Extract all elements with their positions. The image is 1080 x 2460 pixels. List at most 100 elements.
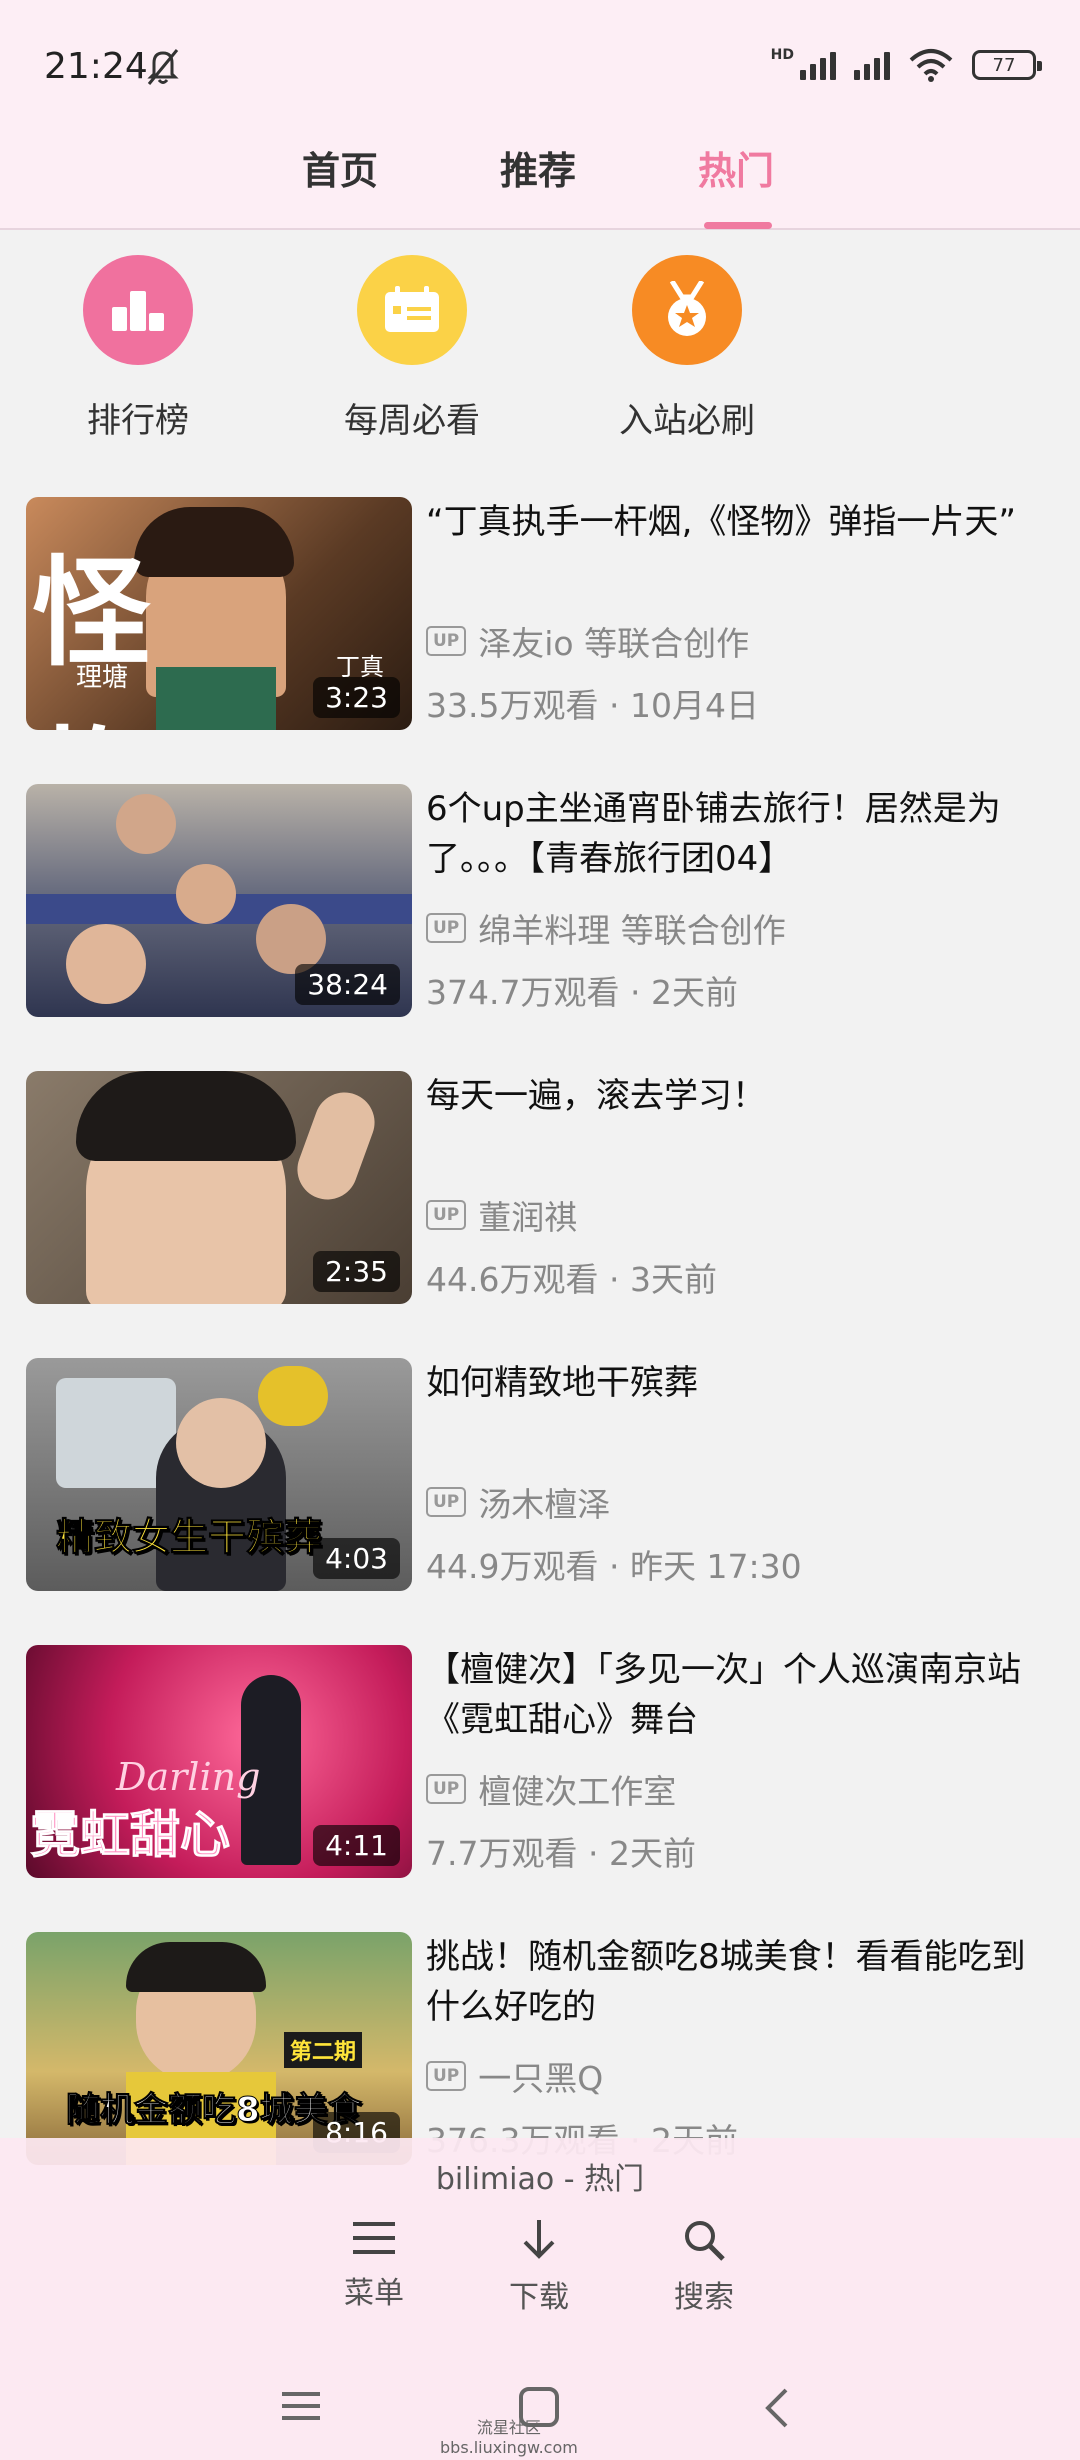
watermark-line: bbs.liuxingw.com	[440, 2438, 578, 2457]
entry-label: 入站必刷	[619, 401, 755, 441]
duration-badge: 2:35	[313, 1251, 400, 1292]
up-badge: UP	[426, 626, 467, 656]
menu-icon	[353, 2222, 395, 2254]
top-bar: 21:24 HD 77 首页 推荐 热门	[0, 0, 1080, 230]
uploader-name: 一只黑Q	[478, 2059, 604, 2098]
battery-icon: 77	[972, 50, 1042, 80]
video-title: “丁真执手一杆烟,《怪物》弹指一片天”	[426, 502, 1017, 542]
duration-badge: 3:23	[313, 677, 400, 718]
quick-entries: 排行榜 每周必看 入站必刷	[0, 255, 1080, 455]
medal-icon	[632, 255, 742, 365]
thumb-face	[176, 1398, 266, 1488]
entry-must-see[interactable]: 入站必刷	[572, 255, 802, 442]
duration-badge: 38:24	[295, 964, 400, 1005]
watermark: 流星社区 bbs.liuxingw.com	[440, 2418, 578, 2458]
video-stats: 374.7万观看 · 2天前	[426, 973, 738, 1012]
tab-hot[interactable]: 热门	[698, 140, 774, 195]
video-title: 【檀健次】「多见一次」个人巡演南京站《霓虹甜心》舞台	[426, 1650, 1021, 1740]
video-stats: 44.9万观看 · 昨天 17:30	[426, 1547, 802, 1586]
entry-label: 排行榜	[87, 401, 189, 441]
video-item[interactable]: 38:24 6个up主坐通宵卧铺去旅行！居然是为了。。。【青春旅行团04】 UP…	[26, 784, 1056, 1024]
video-thumbnail: 精致女生干殡葬 4:03	[26, 1358, 412, 1591]
video-uploader[interactable]: UP 汤木檀泽	[426, 1478, 610, 1526]
video-uploader[interactable]: UP 一只黑Q	[426, 2052, 603, 2100]
uploader-name: 檀健次工作室	[478, 1772, 677, 1811]
bottom-menu-overlay: bilimiao - 热门 菜单 下载 搜索 流星社区 bbs.liuxingw…	[0, 2138, 1080, 2460]
thumb-caption: 霓虹甜心	[30, 1806, 231, 1865]
video-uploader[interactable]: UP 董润祺	[426, 1191, 577, 1239]
up-badge: UP	[426, 913, 467, 943]
thumb-script: Darling	[116, 1755, 261, 1799]
search-icon	[685, 2221, 725, 2261]
video-thumbnail: 38:24	[26, 784, 412, 1017]
view-count: 44.6万观看	[426, 1260, 599, 1299]
recent-apps-icon[interactable]	[280, 2386, 322, 2426]
thumb-hair	[126, 1942, 266, 1992]
bell-off-icon	[147, 49, 179, 85]
thumb-text: 理塘	[76, 663, 129, 693]
thumb-face	[66, 924, 146, 1004]
video-stats: 33.5万观看 · 10月4日	[426, 686, 759, 725]
uploader-name: 董润祺	[478, 1198, 578, 1237]
video-item[interactable]: 精致女生干殡葬 4:03 如何精致地干殡葬 UP 汤木檀泽 44.9万观看 · …	[26, 1358, 1056, 1598]
video-thumbnail: 第二期 随机金额吃8城美食 8:16	[26, 1932, 412, 2165]
video-item[interactable]: 怪物 理塘 丁真 3:23 “丁真执手一杆烟,《怪物》弹指一片天” UP 泽友i…	[26, 497, 1056, 737]
thumb-flowers	[258, 1366, 328, 1426]
thumb-hair	[76, 1071, 296, 1161]
download-button[interactable]: 下载	[474, 2218, 604, 2316]
uploader-name: 汤木檀泽	[478, 1485, 611, 1524]
menu-button[interactable]: 菜单	[309, 2218, 439, 2312]
download-label: 下载	[509, 2280, 569, 2315]
search-label: 搜索	[674, 2280, 734, 2315]
video-item[interactable]: 2:35 每天一遍，滚去学习！ UP 董润祺 44.6万观看 · 3天前	[26, 1071, 1056, 1311]
view-count: 7.7万观看	[426, 1834, 578, 1873]
publish-time: 10月4日	[629, 686, 759, 725]
ranking-icon	[83, 255, 193, 365]
tab-home[interactable]: 首页	[302, 140, 378, 195]
view-count: 374.7万观看	[426, 973, 620, 1012]
publish-time: 2天前	[608, 1834, 696, 1873]
video-thumbnail: Darling 霓虹甜心 4:11	[26, 1645, 412, 1878]
overlay-title: bilimiao - 热门	[435, 2162, 645, 2197]
video-thumbnail: 怪物 理塘 丁真 3:23	[26, 497, 412, 730]
thumb-tag: 第二期	[284, 2032, 363, 2068]
calendar-icon	[357, 255, 467, 365]
thumb-face	[116, 794, 176, 854]
video-item[interactable]: Darling 霓虹甜心 4:11 【檀健次】「多见一次」个人巡演南京站《霓虹甜…	[26, 1645, 1056, 1885]
up-badge: UP	[426, 1487, 467, 1517]
tab-recommend[interactable]: 推荐	[500, 140, 576, 195]
tab-indicator	[704, 222, 772, 229]
system-nav-bar: 流星社区 bbs.liuxingw.com	[0, 2360, 1080, 2460]
video-stats: 7.7万观看 · 2天前	[426, 1834, 696, 1873]
publish-time: 2天前	[650, 973, 738, 1012]
entry-ranking[interactable]: 排行榜	[23, 255, 253, 442]
video-item[interactable]: 第二期 随机金额吃8城美食 8:16 挑战！随机金额吃8城美食！看看能吃到什么好…	[26, 1932, 1056, 2172]
video-thumbnail: 2:35	[26, 1071, 412, 1304]
duration-badge: 4:11	[313, 1825, 400, 1866]
publish-time: 3天前	[629, 1260, 717, 1299]
video-title: 每天一遍，滚去学习！	[426, 1076, 766, 1116]
thumb-hand	[288, 1084, 384, 1208]
video-uploader[interactable]: UP 泽友io 等联合创作	[426, 617, 749, 665]
hd-indicator: HD	[770, 47, 794, 63]
entry-weekly[interactable]: 每周必看	[297, 255, 527, 442]
wifi-icon	[909, 49, 953, 82]
back-icon[interactable]	[762, 2386, 792, 2430]
video-uploader[interactable]: UP 绵羊料理 等联合创作	[426, 904, 786, 952]
search-button[interactable]: 搜索	[639, 2218, 769, 2316]
signal-icon	[800, 50, 836, 80]
signal-icon-2	[854, 50, 890, 80]
status-icons: HD 77	[770, 47, 1042, 82]
entry-label: 每周必看	[344, 401, 480, 441]
video-stats: 44.6万观看 · 3天前	[426, 1260, 717, 1299]
video-uploader[interactable]: UP 檀健次工作室	[426, 1765, 676, 1813]
thumb-caption: 精致女生干殡葬	[55, 1515, 323, 1560]
uploader-name: 绵羊料理 等联合创作	[478, 911, 786, 950]
duration-badge: 4:03	[313, 1538, 400, 1579]
watermark-line: 流星社区	[476, 2418, 541, 2437]
menu-label: 菜单	[344, 2276, 404, 2311]
uploader-name: 泽友io 等联合创作	[478, 624, 750, 663]
top-tabs: 首页 推荐 热门	[0, 140, 1080, 200]
publish-time: 昨天 17:30	[629, 1547, 802, 1586]
up-badge: UP	[426, 1200, 467, 1230]
